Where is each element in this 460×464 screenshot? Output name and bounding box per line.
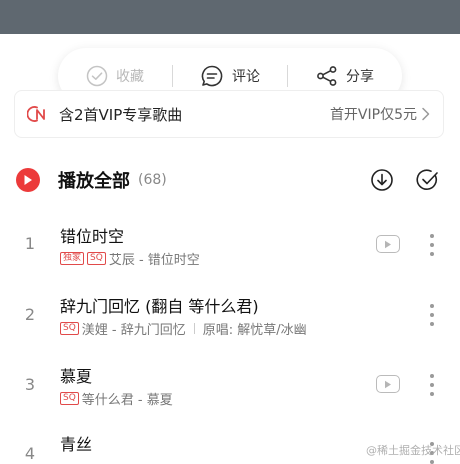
more-options-button[interactable] [426,374,438,396]
song-count: (68) [138,172,167,188]
watermark: @稀土掘金技术社区 [366,444,460,457]
more-options-button[interactable] [426,304,438,326]
song-index: 2 [24,305,36,324]
multi-select-icon[interactable] [416,168,440,192]
play-all-row: 播放全部 (68) [16,164,446,196]
song-meta: SQ 等什么君 - 慕夏 [60,389,173,408]
comment-label: 评论 [232,69,260,85]
dot [430,322,434,326]
song-index: 4 [24,444,36,463]
vip-banner[interactable]: 含2首VIP专享歌曲 首开VIP仅5元 [14,90,444,138]
dot [430,460,434,464]
sq-badge: SQ [87,252,106,265]
song-row[interactable]: 2 辞九门回忆 (翻自 等什么君) SQ 渼娌 - 辞九门回忆 原唱: 解忧草/… [0,284,460,354]
check-circle-icon [86,65,108,87]
song-row[interactable]: 1 错位时空 独家 SQ 艾辰 - 错位时空 [0,214,460,284]
play-all-button[interactable] [16,168,40,192]
share-label: 分享 [346,69,374,85]
song-artist-album: 渼娌 - 辞九门回忆 [81,323,186,338]
dot [430,252,434,256]
play-video-icon [385,380,391,388]
song-index: 3 [24,375,36,394]
song-title: 青丝 [60,435,93,454]
sq-badge: SQ [60,322,79,335]
play-video-icon [385,240,391,248]
vip-offer-label: 首开VIP仅5元 [329,107,417,123]
song-artist-album: 等什么君 - 慕夏 [81,393,173,408]
mv-button[interactable] [376,375,400,393]
play-all-tools [370,168,440,192]
sq-badge: SQ [60,392,79,405]
play-icon [24,175,32,185]
favorite-label: 收藏 [116,69,144,85]
play-all-label[interactable]: 播放全部 [58,167,130,193]
vip-offer-link[interactable]: 首开VIP仅5元 [330,104,431,124]
share-icon [317,66,337,86]
dot [430,313,434,317]
more-options-button[interactable] [426,234,438,256]
dot [430,374,434,378]
chevron-right-icon [422,107,430,121]
exclusive-badge: 独家 [60,252,85,265]
song-title: 错位时空 [60,227,125,246]
dot [430,383,434,387]
dot [430,392,434,396]
song-artist-album: 艾辰 - 错位时空 [108,253,200,268]
download-icon[interactable] [370,168,394,192]
song-row[interactable]: 3 慕夏 SQ 等什么君 - 慕夏 [0,354,460,424]
dot [430,304,434,308]
song-original-note: 原唱: 解忧草/冰幽 [202,323,307,338]
dot [430,234,434,238]
song-title: 慕夏 [60,367,93,386]
comment-icon [201,65,223,87]
vip-banner-text: 含2首VIP专享歌曲 [59,105,183,124]
song-meta: 独家 SQ 艾辰 - 错位时空 [60,249,200,268]
mv-button[interactable] [376,235,400,253]
divider [193,323,195,334]
song-index: 1 [24,234,36,253]
dot [430,243,434,247]
vip-logo-icon [27,106,45,122]
song-meta: SQ 渼娌 - 辞九门回忆 原唱: 解忧草/冰幽 [60,319,307,338]
song-title: 辞九门回忆 (翻自 等什么君) [60,297,259,316]
